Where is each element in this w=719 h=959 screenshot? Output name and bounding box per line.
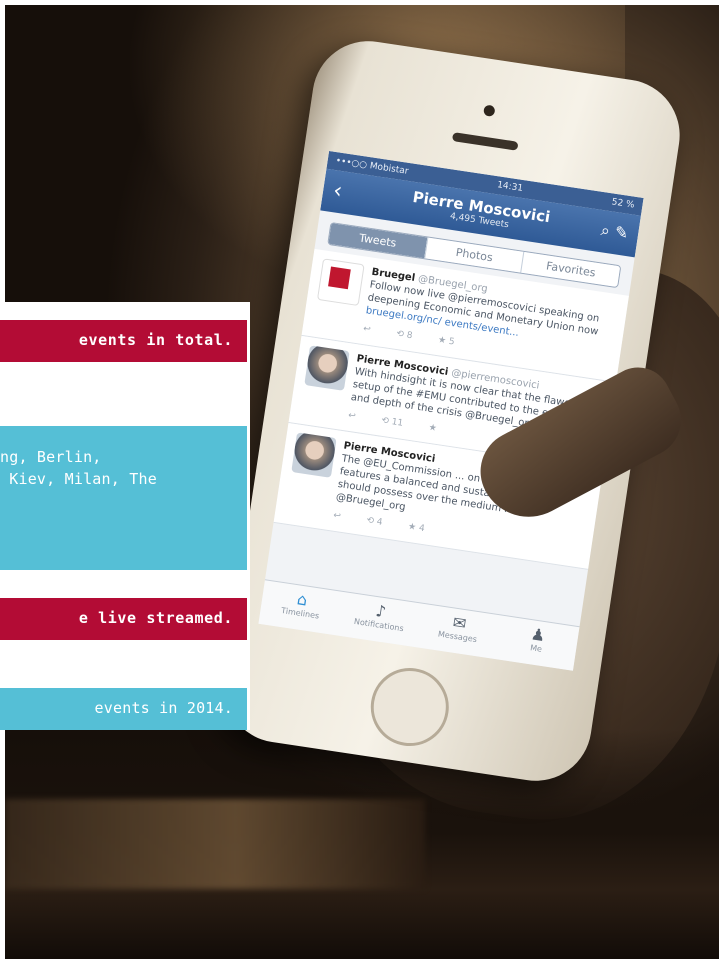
fact-text: events in total. xyxy=(78,331,233,349)
tabbar-timelines[interactable]: ⌂ Timelines xyxy=(258,580,343,635)
blurred-surface xyxy=(5,799,425,889)
fact-bar: events in total. xyxy=(0,320,247,362)
retweet-icon[interactable]: ⟲ 8 xyxy=(395,328,413,343)
front-camera xyxy=(483,104,496,117)
tabbar-label: Me xyxy=(529,643,543,654)
battery-label: 52 % xyxy=(610,197,636,211)
tabbar-messages[interactable]: ✉ Messages xyxy=(416,604,501,659)
tabbar-me[interactable]: ♟ Me xyxy=(494,615,579,670)
fact-bar: events in 2014. xyxy=(0,688,247,730)
fact-bar: e live streamed. xyxy=(0,598,247,640)
tweet-actions: ↩ ⟲ 4 ★ 4 xyxy=(332,510,582,564)
earpiece-speaker xyxy=(451,132,519,151)
reply-icon[interactable]: ↩ xyxy=(362,323,371,337)
fact-bar: ng, Berlin, Kiev, Milan, The xyxy=(0,426,247,570)
facts-panel: events in total. ng, Berlin, Kiev, Milan… xyxy=(0,302,250,730)
favorite-icon[interactable]: ★ 5 xyxy=(437,334,455,349)
favorite-icon[interactable]: ★ xyxy=(428,422,438,436)
retweet-icon[interactable]: ⟲ 11 xyxy=(380,415,404,431)
moscovici-avatar[interactable] xyxy=(304,345,350,391)
fact-text: events in 2014. xyxy=(94,699,233,717)
favorite-icon[interactable]: ★ 4 xyxy=(407,521,425,536)
reply-icon[interactable]: ↩ xyxy=(347,410,356,424)
bottom-tabbar: ⌂ Timelines ♪ Notifications ✉ Messages ♟ Me xyxy=(258,579,580,671)
search-icon[interactable]: ⌕ ✎ xyxy=(599,220,630,244)
clock: 14:31 xyxy=(496,180,524,194)
reply-icon[interactable]: ↩ xyxy=(332,510,341,524)
home-button xyxy=(365,662,455,752)
tabbar-notifications[interactable]: ♪ Notifications xyxy=(337,592,422,647)
fact-text: ng, Berlin, Kiev, Milan, The xyxy=(0,448,157,488)
bruegel-avatar[interactable] xyxy=(316,258,365,307)
moscovici-avatar[interactable] xyxy=(291,432,337,478)
fact-text: e live streamed. xyxy=(78,609,233,627)
retweet-icon[interactable]: ⟲ 4 xyxy=(365,515,383,530)
